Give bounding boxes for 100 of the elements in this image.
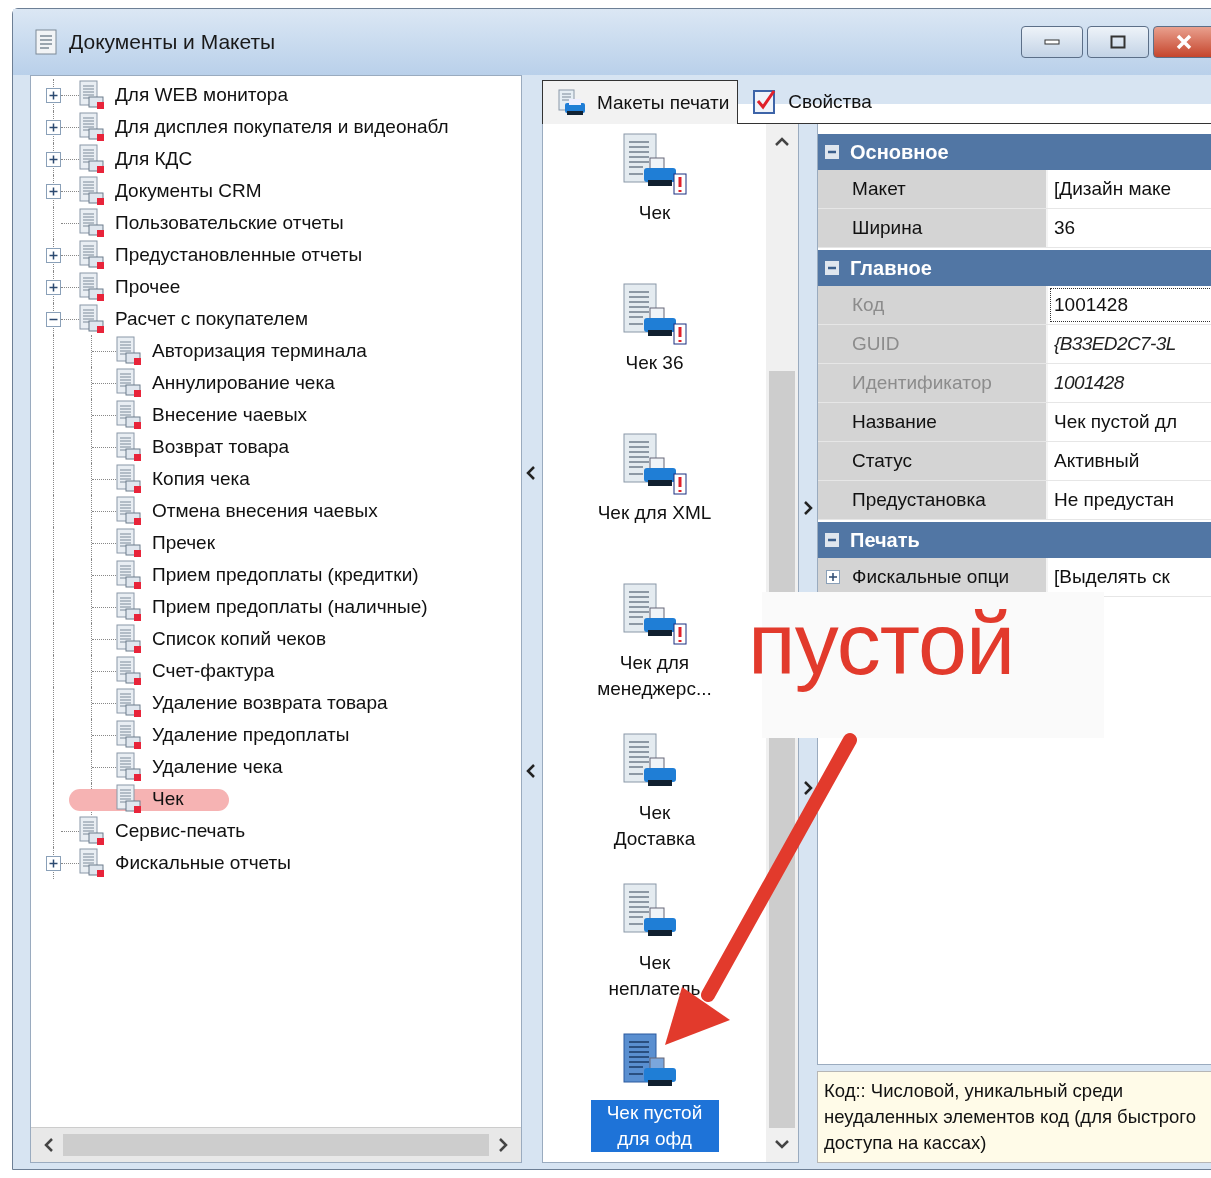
document-icon (79, 816, 105, 846)
tree-item[interactable]: Список копий чеков (152, 628, 327, 650)
chevron-left-icon[interactable] (526, 465, 536, 481)
layout-name[interactable]: Чек пустой для офд (590, 1100, 719, 1152)
document-icon (116, 656, 142, 686)
collapse-icon[interactable] (824, 144, 840, 160)
section-title: Главное (850, 256, 932, 280)
layout-name[interactable]: Чек для менеджерс... (596, 650, 713, 702)
document-icon (79, 112, 105, 142)
document-icon (116, 624, 142, 654)
scroll-down-icon[interactable] (774, 1138, 790, 1150)
maximize-button[interactable] (1087, 26, 1149, 58)
tree-item[interactable]: Пользовательские отчеты (115, 212, 344, 234)
expand-icon[interactable] (46, 87, 61, 103)
tree-item[interactable]: Счет-фактура (152, 660, 275, 682)
tree-item[interactable]: Прием предоплаты (наличные) (152, 596, 428, 618)
tree-item[interactable]: Удаление возврата товара (152, 692, 388, 714)
tree-item[interactable]: Предустановленные отчеты (115, 244, 363, 266)
property-value-cell[interactable]: 1001428 (1048, 286, 1211, 324)
document-icon (116, 464, 142, 494)
tree-item[interactable]: Авторизация терминала (152, 340, 367, 362)
scroll-up-icon[interactable] (774, 136, 790, 148)
tree-item[interactable]: Пречек (152, 532, 215, 554)
layout-name[interactable]: Чек Доставка (596, 800, 713, 852)
expand-icon[interactable] (46, 247, 61, 263)
collapse-icon[interactable] (824, 260, 840, 276)
document-icon (116, 688, 142, 718)
chevron-right-icon[interactable] (803, 500, 813, 516)
chevron-right-icon[interactable] (803, 780, 813, 796)
property-name: Предустановка (852, 489, 986, 511)
tree-item[interactable]: Удаление предоплаты (152, 724, 350, 746)
collapse-icon[interactable] (824, 532, 840, 548)
tree-item[interactable]: Документы CRM (115, 180, 262, 202)
expand-icon[interactable] (826, 570, 840, 584)
expand-icon[interactable] (46, 183, 61, 199)
property-value: 1001428 (1054, 372, 1124, 394)
printer-document-icon[interactable] (621, 432, 688, 496)
section-title: Основное (850, 140, 949, 164)
property-name: GUID (852, 333, 900, 355)
property-value: 1001428 (1054, 294, 1128, 316)
printer-icon (557, 88, 587, 117)
section-header[interactable]: Основное (818, 134, 1211, 170)
document-icon (116, 752, 142, 782)
property-name: Фискальные опци (852, 566, 1010, 588)
tree-item[interactable]: Для WEB монитора (115, 84, 288, 106)
property-value: 36 (1054, 217, 1076, 239)
tree-item[interactable]: Возврат товара (152, 436, 290, 458)
tab[interactable]: Макеты печати (542, 80, 739, 124)
tree-item[interactable]: Расчет с покупателем (115, 308, 308, 330)
scroll-right-icon[interactable] (497, 1137, 509, 1153)
tree-item[interactable]: Для КДС (115, 148, 193, 170)
document-icon (79, 272, 105, 302)
layout-name[interactable]: Чек (638, 200, 671, 226)
chevron-left-icon[interactable] (526, 763, 536, 779)
property-value: Активный (1054, 450, 1140, 472)
tab[interactable]: Свойства (738, 81, 880, 123)
document-icon (79, 304, 105, 334)
layout-name[interactable]: Чек неплатель (596, 950, 713, 1002)
document-icon (116, 336, 142, 366)
section-header[interactable]: Главное (818, 250, 1211, 286)
tree-item[interactable]: Аннулирование чека (152, 372, 335, 394)
collapse-icon[interactable] (46, 311, 61, 327)
document-icon (79, 176, 105, 206)
tree-item[interactable]: Отмена внесения чаевых (152, 500, 378, 522)
document-icon (79, 80, 105, 110)
expand-icon[interactable] (46, 279, 61, 295)
section-title: Печать (850, 528, 920, 552)
tree-item[interactable]: Внесение чаевых (152, 404, 308, 426)
tree-item[interactable]: Удаление чека (152, 756, 283, 778)
expand-icon[interactable] (46, 151, 61, 167)
minimize-button[interactable] (1021, 26, 1083, 58)
tree-item[interactable]: Для дисплея покупателя и видеонабл (115, 116, 449, 138)
document-icon (116, 496, 142, 526)
tree-item[interactable]: Прочее (115, 276, 181, 298)
document-icon (79, 240, 105, 270)
property-value: {B33ED2C7-3L (1054, 333, 1176, 355)
property-name: Макет (852, 178, 906, 200)
document-icon (79, 208, 105, 238)
tree-item[interactable]: Чек (152, 788, 184, 810)
printer-document-icon[interactable] (621, 132, 688, 196)
tree-item[interactable]: Прием предоплаты (кредитки) (152, 564, 419, 586)
property-name: Статус (852, 450, 913, 472)
property-value: Не предустан (1054, 489, 1174, 511)
tree-item[interactable]: Фискальные отчеты (115, 852, 291, 874)
section-header[interactable]: Печать (818, 522, 1211, 558)
description-text: Код:: Числовой, уникальный среди неудаленных элементов код (для быстрого доступа на кассах) (817, 1071, 1211, 1163)
property-name: Название (852, 411, 937, 433)
printer-document-icon[interactable] (621, 282, 688, 346)
expand-icon[interactable] (46, 855, 61, 871)
expand-icon[interactable] (46, 119, 61, 135)
close-icon (1175, 34, 1193, 50)
horizontal-scrollbar[interactable] (31, 1127, 521, 1162)
scroll-left-icon[interactable] (43, 1137, 55, 1153)
layout-name[interactable]: Чек для XML (597, 500, 712, 526)
tree-item[interactable]: Копия чека (152, 468, 250, 490)
printer-document-icon[interactable] (621, 582, 688, 646)
close-button[interactable] (1153, 26, 1211, 58)
layout-name[interactable]: Чек 36 (625, 350, 684, 376)
document-icon (116, 720, 142, 750)
tree-item[interactable]: Сервис-печать (115, 820, 246, 842)
